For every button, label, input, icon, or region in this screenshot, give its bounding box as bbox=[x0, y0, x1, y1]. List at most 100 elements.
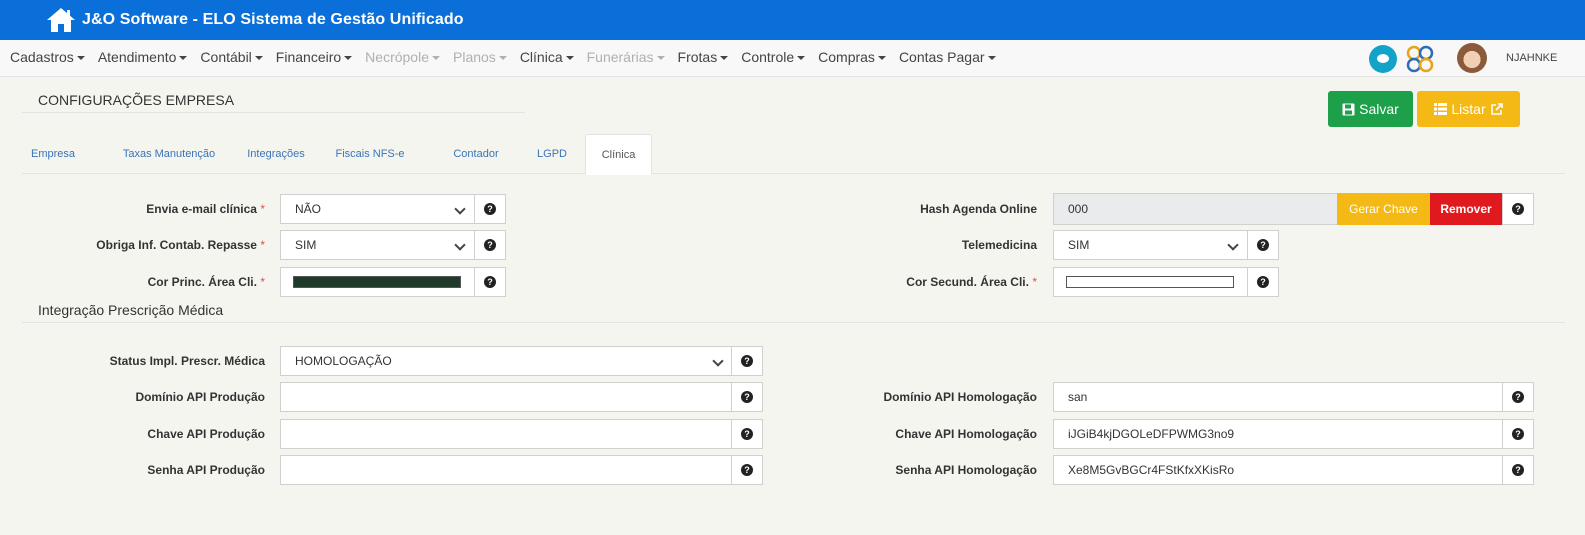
menu-item-label: Contas Pagar bbox=[898, 49, 985, 65]
menu-item-financeiro[interactable]: Financeiro bbox=[276, 49, 353, 65]
dominio-homol-input[interactable]: san bbox=[1053, 382, 1504, 412]
status-impl-label: Status Impl. Prescr. Médica bbox=[109, 354, 265, 368]
menu-item-cadastros[interactable]: Cadastros bbox=[10, 49, 85, 65]
cor-princ-label: Cor Princ. Área Cli. * bbox=[60, 275, 265, 289]
tab-lgpd[interactable]: LGPD bbox=[532, 134, 572, 174]
menu-item-label: Contábil bbox=[200, 49, 252, 65]
help-button[interactable]: ? bbox=[731, 382, 763, 412]
caret-down-icon bbox=[720, 56, 729, 61]
help-button[interactable]: ? bbox=[1247, 230, 1279, 260]
help-icon: ? bbox=[1512, 203, 1524, 215]
obriga-inf-label-text: Obriga Inf. Contab. Repasse bbox=[96, 238, 257, 252]
menu-item-planos[interactable]: Planos bbox=[453, 49, 507, 65]
help-button[interactable]: ? bbox=[1247, 267, 1279, 297]
external-link-icon bbox=[1490, 103, 1503, 115]
cor-princ-color-input[interactable] bbox=[280, 267, 475, 297]
required-mark: * bbox=[260, 202, 265, 216]
tab-empresa[interactable]: Empresa bbox=[22, 134, 84, 174]
menu-item-necr-pole[interactable]: Necrópole bbox=[365, 49, 440, 65]
hash-agenda-value: 000 bbox=[1068, 202, 1089, 216]
envia-email-select[interactable]: NÃO bbox=[280, 194, 475, 224]
help-button[interactable]: ? bbox=[474, 267, 506, 297]
caret-down-icon bbox=[877, 56, 886, 61]
tab-cl-nica[interactable]: Clínica bbox=[585, 134, 652, 175]
avatar[interactable] bbox=[1457, 43, 1487, 73]
senha-prod-label: Senha API Produção bbox=[147, 463, 265, 477]
help-button[interactable]: ? bbox=[731, 346, 763, 376]
senha-homol-value: Xe8M5GvBGCr4FStKfxXKisRo bbox=[1068, 463, 1235, 477]
dominio-prod-input[interactable] bbox=[280, 382, 733, 412]
integration-chain-icon[interactable] bbox=[1404, 43, 1436, 75]
caret-down-icon bbox=[498, 56, 507, 61]
senha-prod-input[interactable] bbox=[280, 455, 733, 485]
help-button[interactable]: ? bbox=[731, 419, 763, 449]
generate-key-button[interactable]: Gerar Chave bbox=[1337, 193, 1430, 225]
save-button[interactable]: Salvar bbox=[1328, 91, 1413, 127]
menu-item-frotas[interactable]: Frotas bbox=[678, 49, 729, 65]
menu-item-controle[interactable]: Controle bbox=[741, 49, 806, 65]
menu-item-atendimento[interactable]: Atendimento bbox=[98, 49, 188, 65]
home-icon[interactable] bbox=[46, 7, 76, 33]
envia-email-label: Envia e-mail clínica * bbox=[60, 202, 265, 216]
caret-down-icon bbox=[179, 56, 188, 61]
dominio-homol-label: Domínio API Homologação bbox=[883, 390, 1037, 404]
caret-down-icon bbox=[797, 56, 806, 61]
tab-integra-es[interactable]: Integrações bbox=[240, 134, 312, 174]
help-button[interactable]: ? bbox=[1502, 419, 1534, 449]
chave-prod-input[interactable] bbox=[280, 419, 733, 449]
required-mark: * bbox=[260, 238, 265, 252]
obriga-inf-value: SIM bbox=[295, 238, 317, 252]
menu-item-label: Clínica bbox=[519, 49, 563, 65]
tab-fiscais-nfs-e[interactable]: Fiscais NFS-e bbox=[320, 134, 420, 174]
chat-icon[interactable] bbox=[1369, 45, 1397, 73]
menu-item-cont-bil[interactable]: Contábil bbox=[200, 49, 263, 65]
save-button-label: Salvar bbox=[1359, 101, 1399, 117]
list-button-label: Listar bbox=[1451, 101, 1486, 117]
help-button[interactable]: ? bbox=[474, 194, 506, 224]
menu-item-cl-nica[interactable]: Clínica bbox=[520, 49, 574, 65]
divider bbox=[22, 112, 525, 113]
hash-agenda-label: Hash Agenda Online bbox=[920, 202, 1037, 216]
chevron-down-icon bbox=[454, 203, 466, 215]
tab-taxas-manuten-o[interactable]: Taxas Manutenção bbox=[110, 134, 228, 174]
caret-down-icon bbox=[432, 56, 440, 61]
status-impl-select[interactable]: HOMOLOGAÇÃO bbox=[280, 346, 733, 376]
menu-item-funer-rias[interactable]: Funerárias bbox=[587, 49, 665, 65]
senha-homol-label: Senha API Homologação bbox=[895, 463, 1037, 477]
menu-item-contas-pagar[interactable]: Contas Pagar bbox=[899, 49, 996, 65]
menu-item-label: Funerárias bbox=[586, 49, 654, 65]
help-button[interactable]: ? bbox=[474, 230, 506, 260]
dominio-prod-label: Domínio API Produção bbox=[135, 390, 265, 404]
required-mark: * bbox=[260, 275, 265, 289]
caret-down-icon bbox=[344, 56, 353, 61]
caret-down-icon bbox=[565, 56, 574, 61]
remove-key-button[interactable]: Remover bbox=[1430, 193, 1502, 225]
telemedicina-select[interactable]: SIM bbox=[1053, 230, 1248, 260]
caret-down-icon bbox=[76, 56, 85, 61]
chevron-down-icon bbox=[454, 239, 466, 251]
caret-down-icon bbox=[254, 56, 263, 61]
chave-homol-input[interactable]: iJGiB4kjDGOLeDFPWMG3no9 bbox=[1053, 419, 1504, 449]
help-button[interactable]: ? bbox=[731, 455, 763, 485]
obriga-inf-select[interactable]: SIM bbox=[280, 230, 475, 260]
help-button[interactable]: ? bbox=[1502, 193, 1534, 225]
senha-homol-input[interactable]: Xe8M5GvBGCr4FStKfxXKisRo bbox=[1053, 455, 1504, 485]
cor-princ-label-text: Cor Princ. Área Cli. bbox=[147, 275, 257, 289]
help-icon: ? bbox=[1512, 464, 1524, 476]
menu-item-label: Planos bbox=[453, 49, 496, 65]
username[interactable]: NJAHNKE bbox=[1506, 52, 1557, 64]
help-icon: ? bbox=[484, 203, 496, 215]
list-button[interactable]: Listar bbox=[1417, 91, 1520, 127]
menu-item-label: Necrópole bbox=[365, 49, 429, 65]
page-title: CONFIGURAÇÕES EMPRESA bbox=[38, 92, 235, 108]
help-button[interactable]: ? bbox=[1502, 455, 1534, 485]
menu-item-compras[interactable]: Compras bbox=[818, 49, 886, 65]
help-button[interactable]: ? bbox=[1502, 382, 1534, 412]
cor-secund-label-text: Cor Secund. Área Cli. bbox=[906, 275, 1029, 289]
save-icon bbox=[1342, 103, 1355, 115]
section-title-prescricao: Integração Prescrição Médica bbox=[38, 302, 224, 318]
envia-email-value: NÃO bbox=[295, 202, 322, 216]
dominio-homol-value: san bbox=[1068, 390, 1088, 404]
cor-secund-color-input[interactable] bbox=[1053, 267, 1248, 297]
tab-contador[interactable]: Contador bbox=[440, 134, 512, 174]
